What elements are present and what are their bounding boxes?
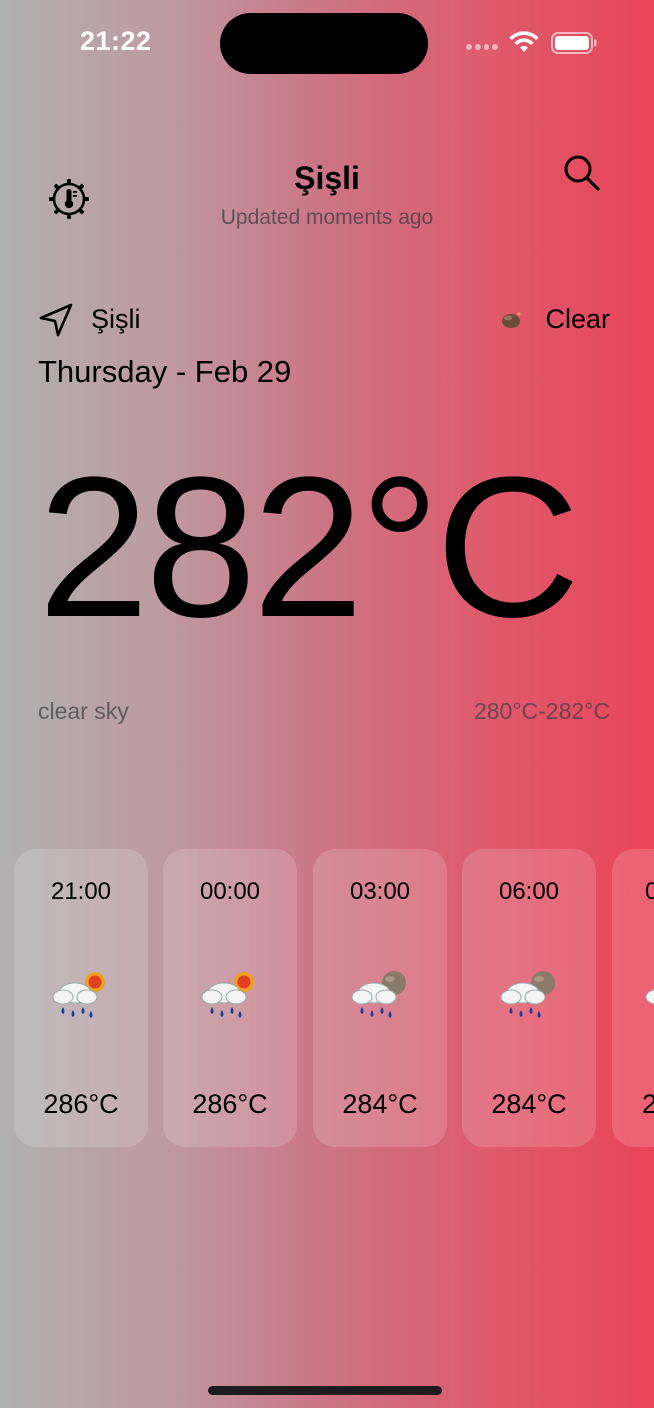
forecast-time: 21:00 xyxy=(50,878,112,905)
forecast-temperature: 284°C xyxy=(491,1089,567,1119)
location-row: Şişli Clear xyxy=(38,300,610,340)
hourly-forecast-list[interactable]: 21:00 286°C 00:00 286°C 03:00 284°C 06:0… xyxy=(0,849,654,1147)
condition-label: Clear xyxy=(545,304,610,334)
rain-sun-cloud-icon xyxy=(52,972,105,1018)
status-bar: 21:22 xyxy=(0,0,654,90)
temperature-range: 280°C-282°C xyxy=(473,698,610,724)
forecast-temperature: 286°C xyxy=(192,1089,268,1119)
forecast-time: 0 xyxy=(645,878,654,905)
forecast-card[interactable]: 03:00 284°C xyxy=(313,849,447,1147)
forecast-temperature: 286°C xyxy=(43,1089,119,1119)
forecast-temperature: 2 xyxy=(642,1089,654,1119)
weather-description: clear sky xyxy=(38,698,129,724)
updated-status: Updated moments ago xyxy=(220,206,434,229)
cellular-signal-icon xyxy=(466,44,498,52)
rain-sun-cloud-icon xyxy=(201,972,254,1018)
location-arrow-icon xyxy=(39,303,73,337)
description-row: clear sky 280°C-282°C xyxy=(38,698,610,728)
forecast-time: 00:00 xyxy=(199,878,261,905)
page-title: Şişli xyxy=(294,160,360,196)
dynamic-island xyxy=(220,13,428,74)
location-name: Şişli xyxy=(91,304,141,334)
wifi-icon xyxy=(509,31,539,52)
home-indicator[interactable] xyxy=(208,1386,442,1395)
rain-moon-cloud-icon xyxy=(351,971,406,1018)
date-label: Thursday - Feb 29 xyxy=(38,354,292,389)
search-icon[interactable] xyxy=(561,152,603,194)
forecast-time: 03:00 xyxy=(349,878,411,905)
clear-night-icon xyxy=(502,312,521,328)
forecast-card[interactable]: 00:00 286°C xyxy=(163,849,297,1147)
forecast-card[interactable]: 21:00 286°C xyxy=(14,849,148,1147)
forecast-time: 06:00 xyxy=(498,878,560,905)
current-temperature: 282°C xyxy=(38,436,580,659)
forecast-card[interactable]: 0 2 xyxy=(612,849,654,1147)
rain-moon-cloud-icon xyxy=(500,971,555,1018)
forecast-card[interactable]: 06:00 284°C xyxy=(462,849,596,1147)
forecast-temperature: 284°C xyxy=(342,1089,418,1119)
header: Şişli Updated moments ago xyxy=(0,150,654,240)
rain-cloud-icon xyxy=(645,987,654,1005)
status-time: 21:22 xyxy=(80,26,152,56)
battery-icon xyxy=(551,32,597,54)
